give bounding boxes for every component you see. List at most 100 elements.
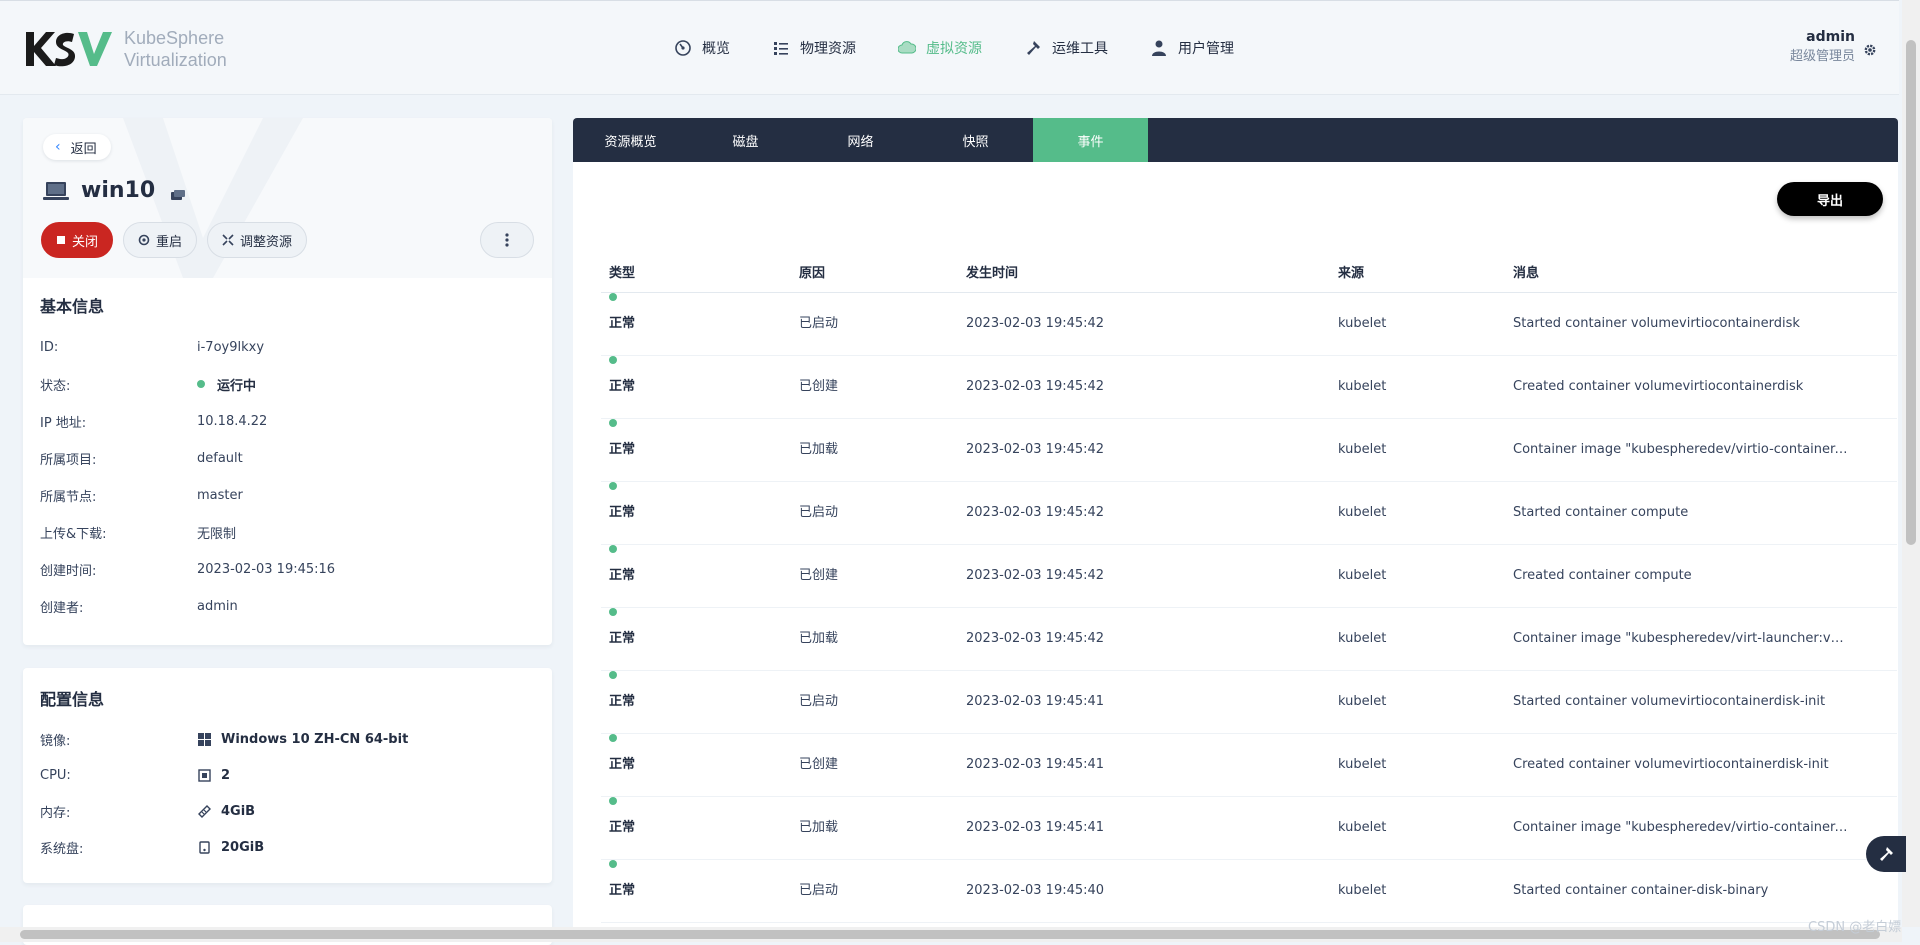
event-reason: 已创建 (799, 757, 839, 772)
horizontal-scrollbar[interactable] (0, 927, 1902, 942)
info-value: 2023-02-03 19:45:16 (197, 561, 336, 577)
resize-button[interactable]: 调整资源 (207, 222, 308, 258)
brand-line-1: KubeSphere (124, 28, 225, 48)
vm-tag-icon[interactable] (171, 189, 186, 200)
table-row[interactable]: 正常 已启动 2023-02-03 19:45:40 kubelet Started c… (601, 860, 1897, 923)
nav-user-management[interactable]: 用户管理 (1150, 37, 1234, 59)
ksv-logo[interactable]: KubeSphere Virtualization (24, 27, 227, 71)
restart-button-label: 重启 (156, 234, 183, 250)
event-source: kubelet (1338, 316, 1387, 331)
back-button-label: 返回 (70, 141, 97, 157)
event-time: 2023-02-03 19:45:42 (966, 568, 1105, 583)
event-message: Container image "kubespheredev/virtio-co… (1513, 442, 1851, 457)
table-row[interactable]: 正常 已启动 2023-02-03 19:45:42 kubelet Started c… (601, 293, 1897, 356)
event-time: 2023-02-03 19:45:42 (966, 442, 1105, 457)
tab-network[interactable]: 网络 (803, 118, 918, 162)
info-row-project: 所属项目: default (40, 448, 535, 468)
info-label: 系统盘: (40, 841, 84, 857)
floating-toolbox-button[interactable] (1866, 836, 1906, 872)
nav-physical-resources[interactable]: 物理资源 (772, 37, 856, 59)
shutdown-button[interactable]: 关闭 (41, 222, 114, 258)
status-text: 运行中 (217, 378, 257, 394)
event-reason: 已创建 (799, 568, 839, 583)
event-type-label: 正常 (609, 820, 636, 835)
info-value: master (197, 487, 243, 503)
info-value: 10.18.4.22 (197, 413, 268, 429)
event-message: Started container container-disk-binary (1513, 883, 1769, 898)
column-message[interactable]: 消息 (1513, 256, 1539, 292)
back-button[interactable]: ‹ 返回 (43, 134, 111, 160)
table-row[interactable]: 正常 已启动 2023-02-03 19:45:41 kubelet Started c… (601, 671, 1897, 734)
info-label: 创建时间: (40, 563, 97, 579)
event-time: 2023-02-03 19:45:42 (966, 379, 1105, 394)
table-row[interactable]: 正常 已创建 2023-02-03 19:45:42 kubelet Created c… (601, 356, 1897, 419)
events-table-header: 类型 原因 发生时间 来源 消息 (601, 256, 1897, 293)
column-time[interactable]: 发生时间 (966, 256, 1018, 292)
event-message: Container image "kubespheredev/virtio-co… (1513, 820, 1851, 835)
user-menu[interactable]: admin 超级管理员 (1790, 27, 1877, 67)
event-message: Container image "kubespheredev/virt-laun… (1513, 631, 1851, 646)
table-row[interactable]: 正常 已加载 2023-02-03 19:45:41 kubelet Container… (601, 797, 1897, 860)
table-row[interactable]: 正常 已创建 2023-02-03 19:45:41 kubelet Created c… (601, 734, 1897, 797)
nav-virtual-resources-label: 虚拟资源 (926, 41, 982, 57)
column-type[interactable]: 类型 (609, 256, 635, 292)
user-name: admin (1806, 29, 1855, 45)
event-time: 2023-02-03 19:45:42 (966, 505, 1105, 520)
nav-overview-label: 概览 (702, 41, 730, 57)
config-row-memory: 内存: 4GiB (40, 801, 535, 821)
info-row-node: 所属节点: master (40, 485, 535, 505)
ksv-logo-mark-icon (26, 32, 112, 67)
restart-icon (138, 234, 150, 246)
more-actions-button[interactable] (480, 222, 534, 258)
vm-actions: 关闭 重启 调整资源 (41, 222, 317, 258)
horizontal-scroll-thumb[interactable] (20, 930, 1880, 939)
info-value: 4GiB (197, 804, 255, 819)
event-reason: 已启动 (799, 505, 839, 520)
tab-snapshots[interactable]: 快照 (918, 118, 1033, 162)
hammer-icon (1024, 39, 1042, 57)
vertical-scroll-thumb[interactable] (1906, 40, 1916, 545)
table-row[interactable]: 正常 已创建 2023-02-03 19:45:42 kubelet Created c… (601, 545, 1897, 608)
detail-tabs: 资源概览 磁盘 网络 快照 事件 (573, 118, 1898, 162)
info-label: 上传&下载: (40, 526, 107, 542)
csdn-watermark: CSDN @老白嫖 (1808, 920, 1902, 935)
table-row[interactable]: 正常 已加载 2023-02-03 19:45:42 kubelet Container… (601, 419, 1897, 482)
event-message: Created container volumevirtiocontainerd… (1513, 757, 1829, 772)
gear-icon[interactable] (1863, 43, 1877, 57)
memory-value: 4GiB (221, 803, 256, 819)
status-dot (197, 380, 205, 388)
tab-resource-overview[interactable]: 资源概览 (573, 118, 688, 162)
basic-info-title: 基本信息 (40, 297, 105, 316)
info-value: admin (197, 598, 238, 614)
user-role: 超级管理员 (1789, 49, 1855, 64)
laptop-icon (43, 181, 69, 200)
nav-ops-tools[interactable]: 运维工具 (1024, 37, 1108, 59)
tab-events[interactable]: 事件 (1033, 118, 1148, 162)
event-time: 2023-02-03 19:45:40 (966, 883, 1105, 898)
column-source[interactable]: 来源 (1338, 256, 1364, 292)
user-icon (1150, 39, 1168, 57)
restart-button[interactable]: 重启 (123, 222, 198, 258)
event-type-label: 正常 (609, 316, 636, 331)
event-source: kubelet (1338, 505, 1387, 520)
shutdown-button-label: 关闭 (72, 234, 99, 250)
event-message: Started container volumevirtiocontainerd… (1513, 316, 1800, 331)
event-reason: 已启动 (799, 883, 839, 898)
info-label: 内存: (40, 805, 71, 821)
table-row[interactable]: 正常 已启动 2023-02-03 19:45:42 kubelet Started c… (601, 482, 1897, 545)
event-type-label: 正常 (609, 379, 636, 394)
more-vertical-icon (505, 233, 509, 247)
event-reason: 已创建 (799, 379, 839, 394)
info-value: Windows 10 ZH-CN 64-bit (197, 732, 408, 747)
vertical-scrollbar[interactable] (1902, 0, 1920, 927)
column-reason[interactable]: 原因 (799, 256, 825, 292)
config-row-image: 镜像: Windows 10 ZH-CN 64-bit (40, 729, 535, 749)
export-button[interactable]: 导出 (1777, 182, 1883, 216)
nav-overview[interactable]: 概览 (674, 37, 730, 59)
vm-detail-card: ‹ 返回 win10 关闭 重启 调整资源 基本信息 ID: i-7oy9lkx… (23, 118, 552, 645)
chevron-left-icon: ‹ (55, 139, 61, 155)
tab-disks[interactable]: 磁盘 (688, 118, 803, 162)
table-row[interactable]: 正常 已加载 2023-02-03 19:45:42 kubelet Container… (601, 608, 1897, 671)
nav-virtual-resources[interactable]: 虚拟资源 (898, 37, 982, 59)
nav-user-management-label: 用户管理 (1178, 41, 1234, 57)
